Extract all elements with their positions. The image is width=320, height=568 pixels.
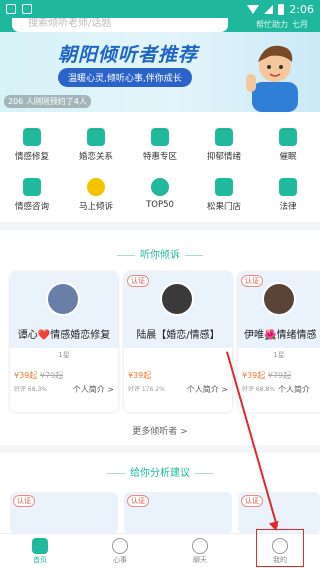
listener-card[interactable]: 认证 陆晨【婚恋/情感】 ¥39起 好评 176.2% 个人简介 > [124, 272, 232, 412]
category-item[interactable]: 情感修复 [0, 128, 64, 162]
analyst-card[interactable]: 认证 [124, 492, 232, 534]
listener-card[interactable]: 认证 伊唯🌺情绪情感 1星 ¥39起 ¥79起 好评 68.8% 个人简介 [238, 272, 320, 412]
verified-badge: 认证 [127, 275, 149, 287]
analyst-card[interactable]: 认证 [10, 492, 118, 534]
search-input[interactable]: 搜索倾听老师/话题 [12, 18, 228, 32]
notification-icon [6, 4, 16, 14]
discount-tag-icon [151, 128, 169, 146]
tab-home[interactable]: 首页 [0, 538, 80, 565]
avatar [262, 282, 296, 316]
cartoon-man-illustration [246, 45, 298, 112]
smile-icon [112, 538, 128, 554]
category-item[interactable]: 婚恋关系 [64, 128, 128, 162]
listen-section-title: 听你倾诉 [0, 246, 320, 261]
image-icon [22, 4, 32, 14]
couple-icon [87, 128, 105, 146]
listener-card[interactable]: 谭心❤️情感婚恋修复 1星 ¥39起 ¥79起 好评 68.3% 个人简介 > [10, 272, 118, 412]
top-link-1[interactable]: 帮忙助力 [256, 19, 288, 30]
listener-tags: 1星 [273, 351, 285, 359]
chat-bubble-icon [87, 178, 105, 196]
mood-icon [215, 128, 233, 146]
law-icon [279, 178, 297, 196]
intro-link[interactable]: 个人简介 > [73, 384, 114, 395]
listener-name: 陆晨【婚恋/情感】 [136, 330, 220, 341]
heart-repair-icon [23, 128, 41, 146]
wifi-icon [247, 4, 260, 14]
top-link-2[interactable]: 七月 [292, 19, 308, 30]
tab-chat[interactable]: 聊天 [160, 538, 240, 565]
store-icon [215, 178, 233, 196]
listener-price: ¥39起 ¥79起 [14, 371, 64, 380]
battery-icon [278, 3, 285, 15]
more-listeners-link[interactable]: 更多倾听者 > [0, 424, 320, 437]
status-bar: 2:06 [0, 0, 320, 18]
verified-badge: 认证 [13, 495, 35, 507]
status-time: 2:06 [289, 2, 314, 16]
avatar [46, 282, 80, 316]
listener-stats: 好评 176.2% [128, 386, 165, 393]
verified-badge: 认证 [127, 495, 149, 507]
listener-stats: 好评 68.8% [242, 386, 275, 393]
top50-icon [151, 178, 169, 196]
category-item[interactable]: 情感咨询 [0, 178, 64, 212]
banner-caption: 206 人刚刚预约了4人 [4, 95, 91, 108]
listener-tags: 1星 [58, 351, 70, 359]
tab-heart-matters[interactable]: 心事 [80, 538, 160, 565]
intro-link[interactable]: 个人简介 [278, 384, 310, 395]
listener-name: 谭心❤️情感婚恋修复 [17, 330, 111, 341]
category-item[interactable]: TOP50 [128, 178, 192, 210]
listener-price: ¥39起 ¥79起 [242, 371, 292, 380]
hypnosis-icon [279, 128, 297, 146]
category-item[interactable]: 催眠 [256, 128, 320, 162]
listener-stats: 好评 68.3% [14, 386, 47, 393]
banner-subtitle: 温暖心灵,倾听心事,伴你成长 [58, 68, 192, 87]
listener-price: ¥39起 [128, 371, 152, 380]
signal-icon [264, 4, 274, 14]
banner-title: 朝阳倾听者推荐 [58, 44, 199, 66]
annotation-highlight-box [256, 529, 304, 567]
analysis-section-title: 给你分析建议 [0, 464, 320, 479]
chat-icon [192, 538, 208, 554]
consult-icon [23, 178, 41, 196]
category-item[interactable]: 抑郁情绪 [192, 128, 256, 162]
listener-name: 伊唯🌺情绪情感 [244, 330, 317, 341]
avatar [160, 282, 194, 316]
promo-banner[interactable]: 朝阳倾听者推荐 温暖心灵,倾听心事,伴你成长 206 人刚刚预约了4人 [0, 32, 320, 112]
category-item[interactable]: 马上倾诉 [64, 178, 128, 212]
verified-badge: 认证 [241, 275, 263, 287]
category-item[interactable]: 特惠专区 [128, 128, 192, 162]
intro-link[interactable]: 个人简介 > [187, 384, 228, 395]
category-item[interactable]: 法律 [256, 178, 320, 212]
category-item[interactable]: 松果门店 [192, 178, 256, 212]
verified-badge: 认证 [241, 495, 263, 507]
home-icon [32, 538, 48, 554]
